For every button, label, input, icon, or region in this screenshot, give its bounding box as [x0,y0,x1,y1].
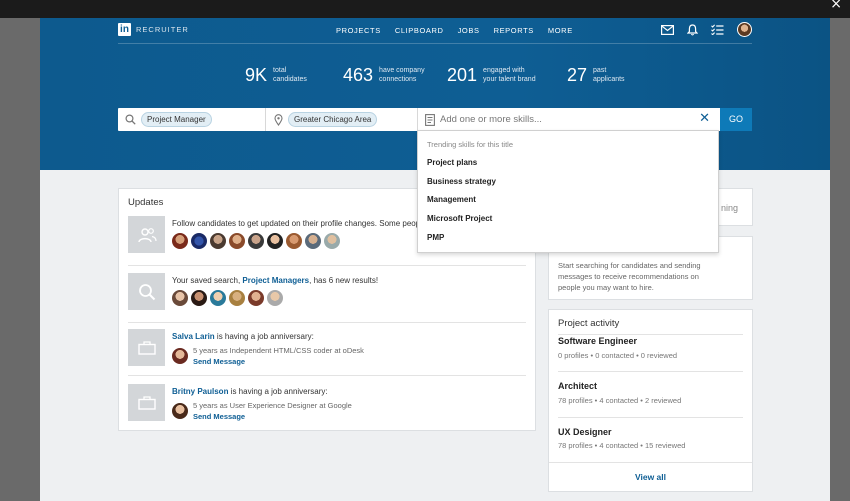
avatar[interactable] [324,233,340,249]
nav-clipboard[interactable]: CLIPBOARD [395,26,444,35]
avatar[interactable] [191,290,207,306]
search-bar: Project Manager Greater Chicago Area ✕ G… [118,108,752,131]
avatar[interactable] [210,233,226,249]
avatar[interactable] [229,233,245,249]
linkedin-logo-icon: in [118,23,131,36]
stat-past-applicants[interactable]: 27 past applicants [567,65,625,86]
search-icon [128,273,165,310]
avatar[interactable] [172,290,188,306]
title-field[interactable]: Project Manager [118,108,266,131]
nav-links: PROJECTS CLIPBOARD JOBS REPORTS MORE [336,26,573,35]
backdrop-left [0,18,40,501]
tasks-icon[interactable] [711,24,724,35]
avatar[interactable] [172,348,188,364]
nav-more[interactable]: MORE [548,26,573,35]
project-stats: 78 profiles • 4 contacted • 15 reviewed [558,441,686,450]
avatar[interactable] [191,233,207,249]
document-icon [425,113,435,126]
nav-icons [661,22,752,37]
result-avatars [172,290,283,306]
update-text: Salva Larin is having a job anniversary: [172,332,314,341]
location-pill[interactable]: Greater Chicago Area [288,112,378,127]
project-activity-card: Project activity Software Engineer 0 pro… [548,309,753,492]
suggestion-item[interactable]: PMP [427,233,444,242]
avatar[interactable] [267,290,283,306]
nav-projects[interactable]: PROJECTS [336,26,381,35]
anniversary-text: 5 years as Independent HTML/CSS coder at… [193,346,364,355]
linkedin-recruiter-logo[interactable]: in RECRUITER [118,23,189,36]
project-name[interactable]: Architect [558,381,597,391]
top-nav: in RECRUITER PROJECTS CLIPBOARD JOBS REP… [118,22,752,44]
go-button[interactable]: GO [720,108,752,131]
project-stats: 0 profiles • 0 contacted • 0 reviewed [558,351,678,360]
product-name: RECRUITER [136,25,189,34]
updates-title: Updates [128,197,164,208]
suggestion-item[interactable]: Microsoft Project [427,214,492,223]
update-item: Britny Paulson is having a job anniversa… [128,384,526,424]
project-stats: 78 profiles • 4 contacted • 2 reviewed [558,396,682,405]
suggestion-item[interactable]: Management [427,195,476,204]
nav-reports[interactable]: REPORTS [494,26,534,35]
clear-icon[interactable]: ✕ [699,111,710,126]
update-text: Your saved search, Project Managers, has… [172,276,379,285]
update-item: Salva Larin is having a job anniversary:… [128,329,526,376]
avatar[interactable] [210,290,226,306]
search-icon [125,114,136,125]
view-all-link[interactable]: View all [549,472,752,482]
send-message-link[interactable]: Send Message [193,356,364,367]
avatar[interactable] [229,290,245,306]
skills-field[interactable] [418,108,720,131]
title-pill[interactable]: Project Manager [141,112,212,127]
update-text: Follow candidates to get updated on thei… [172,219,421,228]
avatar[interactable] [172,233,188,249]
backdrop-right [830,18,850,501]
avatar[interactable] [267,233,283,249]
project-activity-title: Project activity [558,318,620,329]
send-message-link[interactable]: Send Message [193,411,352,422]
location-pin-icon [274,113,283,126]
avatar[interactable] [248,290,264,306]
skills-input[interactable] [440,114,690,125]
avatar[interactable] [305,233,321,249]
update-text: Britny Paulson is having a job anniversa… [172,387,328,396]
avatar[interactable] [172,403,188,419]
stat-company-connections[interactable]: 463 have company connections [343,65,425,86]
anniversary-detail: 5 years as Independent HTML/CSS coder at… [172,345,364,367]
anniversary-detail: 5 years as User Experience Designer at G… [172,400,352,422]
candidate-avatars [172,233,340,249]
avatar[interactable] [286,233,302,249]
partial-label: ning [720,203,738,213]
location-field[interactable]: Greater Chicago Area [266,108,418,131]
profile-avatar[interactable] [737,22,752,37]
window-top-bar: × [0,0,850,18]
suggestion-item[interactable]: Project plans [427,158,477,167]
candidate-link[interactable]: Britny Paulson [172,387,228,396]
project-name[interactable]: Software Engineer [558,336,637,346]
bell-icon[interactable] [687,23,698,36]
briefcase-icon [128,384,165,421]
close-icon[interactable]: × [830,0,842,12]
skills-suggestions-dropdown: Trending skills for this title Project p… [417,130,719,253]
stat-talent-brand[interactable]: 201 engaged with your talent brand [447,65,536,86]
recruiter-window: in RECRUITER PROJECTS CLIPBOARD JOBS REP… [40,18,830,501]
nav-jobs[interactable]: JOBS [458,26,480,35]
suggestion-item[interactable]: Business strategy [427,177,496,186]
saved-search-link[interactable]: Project Managers [242,276,309,285]
candidate-link[interactable]: Salva Larin [172,332,215,341]
briefcase-icon [128,329,165,366]
recommendations-hint: Start searching for candidates and sendi… [558,261,701,292]
avatar[interactable] [248,233,264,249]
update-item: Your saved search, Project Managers, has… [128,273,526,323]
project-name[interactable]: UX Designer [558,427,612,437]
suggestions-heading: Trending skills for this title [427,140,514,149]
mail-icon[interactable] [661,24,674,35]
stat-total-candidates[interactable]: 9K total candidates [245,65,307,86]
anniversary-text: 5 years as User Experience Designer at G… [193,401,352,410]
people-icon [128,216,165,253]
